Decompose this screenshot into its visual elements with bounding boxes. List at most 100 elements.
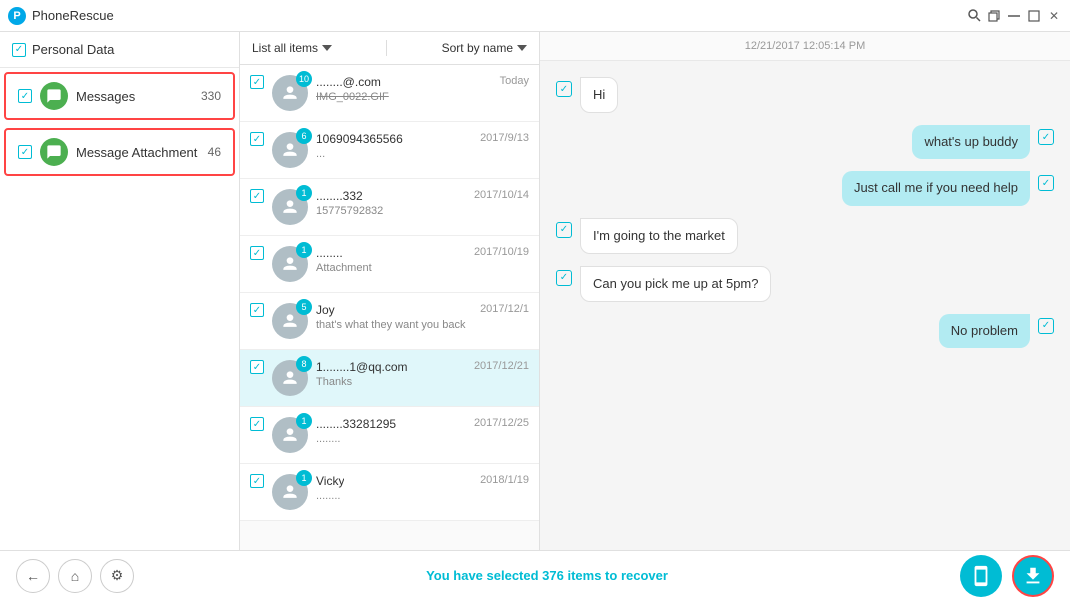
main-content: Personal Data Messages 330 Message Attac… bbox=[0, 32, 1070, 550]
msg-name-7: Vicky bbox=[316, 474, 344, 488]
msg-preview-6: ........ bbox=[316, 433, 529, 445]
msg-preview-0: IMG_0022.GIF bbox=[316, 91, 529, 103]
restore-btn[interactable] bbox=[986, 8, 1002, 24]
message-list-item[interactable]: 1 ........ 2017/10/19 Attachment bbox=[240, 236, 539, 293]
back-button[interactable]: ← bbox=[16, 559, 50, 593]
list-all-items-btn[interactable]: List all items bbox=[252, 41, 332, 55]
sidebar-header: Personal Data bbox=[0, 32, 239, 68]
minimize-btn[interactable] bbox=[1006, 8, 1022, 24]
message-list-item[interactable]: 1 ........33281295 2017/12/25 ........ bbox=[240, 407, 539, 464]
home-button[interactable]: ⌂ bbox=[58, 559, 92, 593]
msg-name-0: ........@.com bbox=[316, 75, 381, 89]
close-btn[interactable]: ✕ bbox=[1046, 8, 1062, 24]
sort-by-name-btn[interactable]: Sort by name bbox=[442, 41, 527, 55]
msg-badge-3: 1 bbox=[296, 242, 312, 258]
middle-toolbar: List all items Sort by name bbox=[240, 32, 539, 65]
msg-date-7: 2018/1/19 bbox=[480, 474, 529, 488]
msg-badge-6: 1 bbox=[296, 413, 312, 429]
msg-avatar-1: 6 bbox=[272, 132, 308, 168]
chat-checkbox-1[interactable] bbox=[1038, 129, 1054, 145]
msg-date-6: 2017/12/25 bbox=[474, 417, 529, 431]
chat-checkbox-2[interactable] bbox=[1038, 175, 1054, 191]
maximize-btn[interactable] bbox=[1026, 8, 1042, 24]
msg-preview-5: Thanks bbox=[316, 376, 529, 388]
msg-avatar-5: 8 bbox=[272, 360, 308, 396]
chat-message-4: Can you pick me up at 5pm? bbox=[556, 266, 1054, 302]
personal-data-checkbox[interactable] bbox=[12, 43, 26, 57]
messages-count: 330 bbox=[201, 89, 221, 103]
message-list-item[interactable]: 8 1........1@qq.com 2017/12/21 Thanks bbox=[240, 350, 539, 407]
attachment-icon bbox=[40, 138, 68, 166]
msg-checkbox-3[interactable] bbox=[250, 246, 264, 260]
sidebar-item-attachment[interactable]: Message Attachment 46 bbox=[4, 128, 235, 176]
message-list-item[interactable]: 6 1069094365566 2017/9/13 ... bbox=[240, 122, 539, 179]
chat-messages: Hi what's up buddy Just call me if you nee… bbox=[540, 61, 1070, 550]
msg-name-4: Joy bbox=[316, 303, 335, 317]
msg-date-1: 2017/9/13 bbox=[480, 132, 529, 146]
bottom-status: You have selected 376 items to recover bbox=[426, 568, 668, 583]
msg-avatar-0: 10 bbox=[272, 75, 308, 111]
msg-date-4: 2017/12/1 bbox=[480, 303, 529, 317]
msg-badge-0: 10 bbox=[296, 71, 312, 87]
msg-preview-3: Attachment bbox=[316, 262, 529, 274]
msg-badge-5: 8 bbox=[296, 356, 312, 372]
titlebar: P PhoneRescue ✕ bbox=[0, 0, 1070, 32]
chat-checkbox-4[interactable] bbox=[556, 270, 572, 286]
app-logo: P bbox=[8, 7, 26, 25]
msg-checkbox-4[interactable] bbox=[250, 303, 264, 317]
msg-preview-4: that's what they want you back bbox=[316, 319, 529, 331]
msg-preview-2: 15775792832 bbox=[316, 205, 529, 217]
msg-badge-7: 1 bbox=[296, 470, 312, 486]
chat-checkbox-3[interactable] bbox=[556, 222, 572, 238]
personal-data-label: Personal Data bbox=[32, 42, 114, 57]
bottom-bar: ← ⌂ ⚙ You have selected 376 items to rec… bbox=[0, 550, 1070, 600]
message-list-item[interactable]: 5 Joy 2017/12/1 that's what they want yo… bbox=[240, 293, 539, 350]
msg-avatar-6: 1 bbox=[272, 417, 308, 453]
msg-checkbox-2[interactable] bbox=[250, 189, 264, 203]
bottom-nav: ← ⌂ ⚙ bbox=[16, 559, 134, 593]
messages-label: Messages bbox=[76, 89, 193, 104]
chat-checkbox-5[interactable] bbox=[1038, 318, 1054, 334]
settings-button[interactable]: ⚙ bbox=[100, 559, 134, 593]
msg-checkbox-7[interactable] bbox=[250, 474, 264, 488]
msg-avatar-2: 1 bbox=[272, 189, 308, 225]
chat-checkbox-0[interactable] bbox=[556, 81, 572, 97]
toolbar-divider bbox=[386, 40, 387, 56]
msg-preview-1: ... bbox=[316, 148, 529, 160]
status-text: You have selected bbox=[426, 568, 542, 583]
message-list-item[interactable]: 1 ........332 2017/10/14 15775792832 bbox=[240, 179, 539, 236]
message-list: 10 ........@.com Today IMG_0022.GIF 6 10… bbox=[240, 65, 539, 550]
message-list-item[interactable]: 1 Vicky 2018/1/19 ........ bbox=[240, 464, 539, 521]
msg-badge-4: 5 bbox=[296, 299, 312, 315]
message-list-panel: List all items Sort by name 10 ........@… bbox=[240, 32, 540, 550]
messages-checkbox[interactable] bbox=[18, 89, 32, 103]
sidebar-item-messages[interactable]: Messages 330 bbox=[4, 72, 235, 120]
sidebar: Personal Data Messages 330 Message Attac… bbox=[0, 32, 240, 550]
window-controls: ✕ bbox=[966, 8, 1062, 24]
recover-button[interactable] bbox=[1012, 555, 1054, 597]
msg-name-2: ........332 bbox=[316, 189, 363, 203]
msg-date-3: 2017/10/19 bbox=[474, 246, 529, 260]
msg-date-2: 2017/10/14 bbox=[474, 189, 529, 203]
chat-message-1: what's up buddy bbox=[556, 125, 1054, 159]
msg-avatar-4: 5 bbox=[272, 303, 308, 339]
msg-badge-1: 6 bbox=[296, 128, 312, 144]
search-icon[interactable] bbox=[966, 8, 982, 24]
msg-checkbox-1[interactable] bbox=[250, 132, 264, 146]
chat-message-2: Just call me if you need help bbox=[556, 171, 1054, 205]
status-count: 376 bbox=[542, 568, 564, 583]
msg-checkbox-5[interactable] bbox=[250, 360, 264, 374]
device-restore-button[interactable] bbox=[960, 555, 1002, 597]
chat-panel: 12/21/2017 12:05:14 PM Hi what's up buddy… bbox=[540, 32, 1070, 550]
msg-preview-7: ........ bbox=[316, 490, 529, 502]
chat-timestamp: 12/21/2017 12:05:14 PM bbox=[540, 32, 1070, 61]
msg-checkbox-0[interactable] bbox=[250, 75, 264, 89]
chat-bubble-0: Hi bbox=[580, 77, 618, 113]
msg-checkbox-6[interactable] bbox=[250, 417, 264, 431]
attachment-checkbox[interactable] bbox=[18, 145, 32, 159]
chat-message-5: No problem bbox=[556, 314, 1054, 348]
message-list-item[interactable]: 10 ........@.com Today IMG_0022.GIF bbox=[240, 65, 539, 122]
msg-avatar-3: 1 bbox=[272, 246, 308, 282]
chat-bubble-4: Can you pick me up at 5pm? bbox=[580, 266, 771, 302]
messages-icon bbox=[40, 82, 68, 110]
